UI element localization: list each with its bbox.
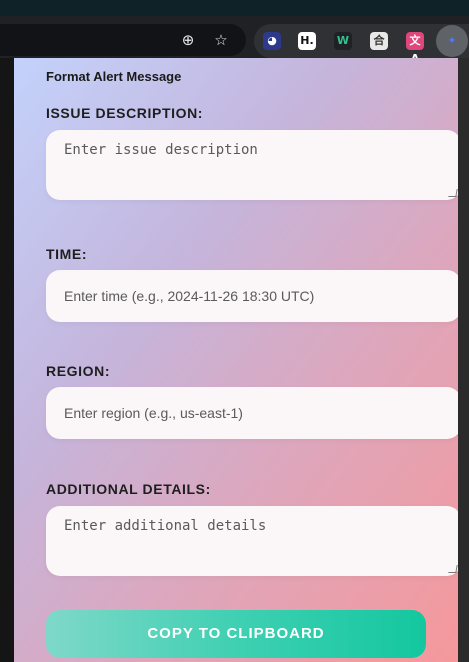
additional-details-placeholder: Enter additional details xyxy=(64,518,267,534)
region-label: REGION: xyxy=(46,363,111,379)
resize-handle-icon[interactable] xyxy=(448,565,458,573)
page-background xyxy=(0,58,14,662)
zoom-icon[interactable]: ⊕ xyxy=(178,30,198,50)
w-extension-icon[interactable]: W xyxy=(334,32,352,50)
address-bar[interactable] xyxy=(0,24,246,56)
copy-to-clipboard-button[interactable]: COPY TO CLIPBOARD xyxy=(46,610,426,658)
time-input[interactable]: Enter time (e.g., 2024-11-26 18:30 UTC) xyxy=(46,270,458,322)
h-extension-icon[interactable]: H. xyxy=(298,32,316,50)
issue-description-input[interactable]: Enter issue description xyxy=(46,130,458,200)
issue-description-label: ISSUE DESCRIPTION: xyxy=(46,105,204,121)
tab-strip xyxy=(0,0,469,16)
extension-popup: Format Alert Message ISSUE DESCRIPTION: … xyxy=(14,58,458,662)
resize-handle-icon[interactable] xyxy=(448,189,458,197)
face-extension-icon[interactable]: ◕ xyxy=(263,32,281,50)
star-icon[interactable]: ☆ xyxy=(211,30,231,50)
time-label: TIME: xyxy=(46,246,88,262)
puzzle-extension-icon[interactable]: ✦ xyxy=(443,32,461,50)
popup-title: Format Alert Message xyxy=(46,69,182,84)
kanji-extension-icon[interactable]: 合 xyxy=(370,32,388,50)
region-input[interactable]: Enter region (e.g., us-east-1) xyxy=(46,387,458,439)
additional-details-input[interactable]: Enter additional details xyxy=(46,506,458,576)
browser-toolbar: ⊕ ☆ ◕ H. W 合 文A ✦ xyxy=(0,0,469,65)
region-placeholder: Enter region (e.g., us-east-1) xyxy=(64,405,243,421)
issue-description-placeholder: Enter issue description xyxy=(64,142,258,158)
page-scrollbar[interactable] xyxy=(458,58,469,662)
translate-extension-icon[interactable]: 文A xyxy=(406,32,424,65)
time-placeholder: Enter time (e.g., 2024-11-26 18:30 UTC) xyxy=(64,288,315,304)
additional-details-label: ADDITIONAL DETAILS: xyxy=(46,481,211,497)
